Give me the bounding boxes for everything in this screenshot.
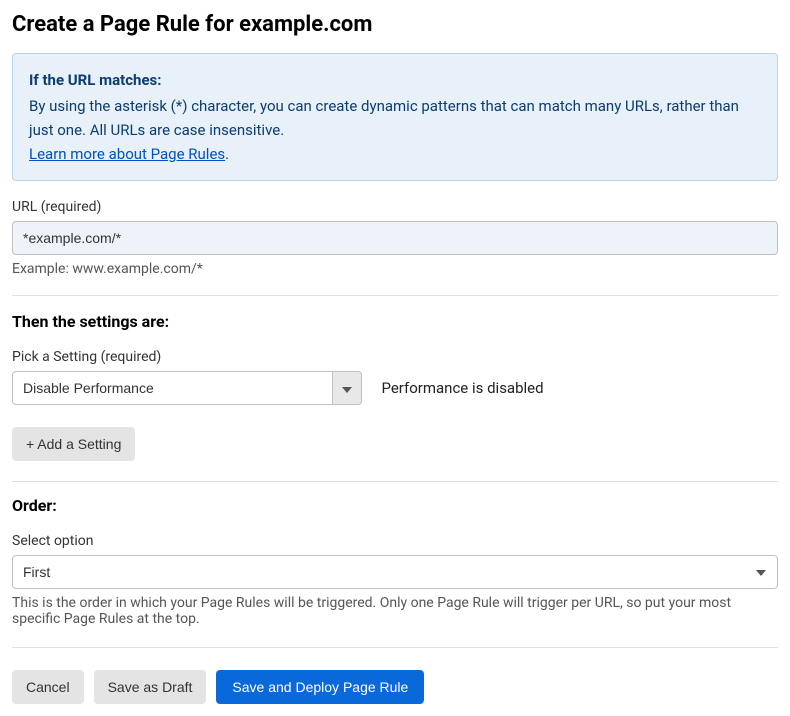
- info-banner-body: By using the asterisk (*) character, you…: [29, 97, 739, 139]
- divider: [12, 647, 778, 648]
- add-setting-button[interactable]: + Add a Setting: [12, 427, 135, 461]
- info-period: .: [225, 145, 229, 163]
- cancel-button[interactable]: Cancel: [12, 670, 84, 704]
- pick-setting-select-value[interactable]: Disable Performance: [12, 371, 332, 405]
- order-heading: Order:: [12, 496, 778, 515]
- info-banner-title: If the URL matches:: [29, 68, 761, 92]
- settings-heading: Then the settings are:: [12, 312, 778, 331]
- caret-down-icon: [342, 381, 352, 396]
- action-buttons: Cancel Save as Draft Save and Deploy Pag…: [12, 670, 778, 704]
- page-title: Create a Page Rule for example.com: [12, 12, 778, 37]
- url-input[interactable]: [12, 221, 778, 255]
- info-banner: If the URL matches: By using the asteris…: [12, 53, 778, 181]
- pick-setting-select[interactable]: Disable Performance: [12, 371, 362, 405]
- setting-status-text: Performance is disabled: [381, 379, 543, 397]
- learn-more-link[interactable]: Learn more about Page Rules: [29, 145, 225, 163]
- pick-setting-dropdown-button[interactable]: [332, 371, 362, 405]
- order-helper: This is the order in which your Page Rul…: [12, 595, 778, 627]
- order-label: Select option: [12, 533, 778, 549]
- url-helper: Example: www.example.com/*: [12, 261, 778, 277]
- save-deploy-button[interactable]: Save and Deploy Page Rule: [216, 670, 424, 704]
- url-label: URL (required): [12, 199, 778, 215]
- save-draft-button[interactable]: Save as Draft: [94, 670, 207, 704]
- order-select[interactable]: First: [12, 555, 778, 589]
- divider: [12, 295, 778, 296]
- pick-setting-label: Pick a Setting (required): [12, 349, 778, 365]
- divider: [12, 481, 778, 482]
